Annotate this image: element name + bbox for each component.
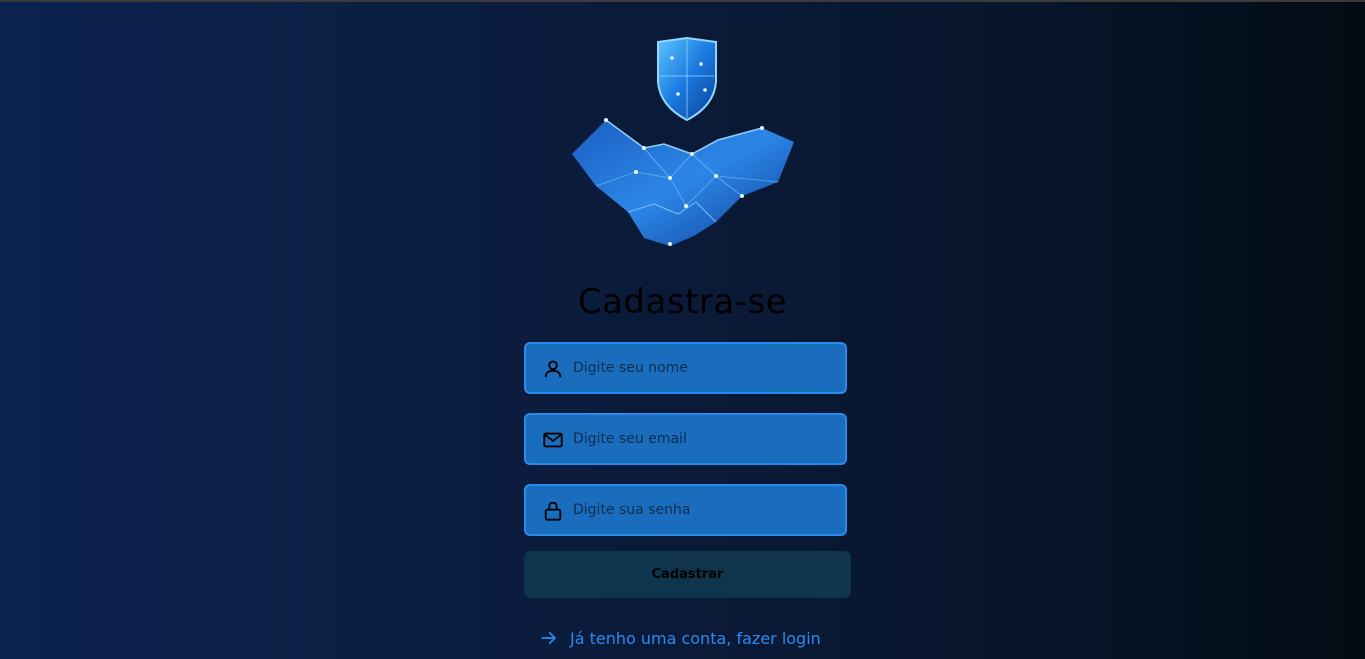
- mail-icon: [543, 432, 563, 448]
- email-input[interactable]: [573, 415, 835, 463]
- name-input[interactable]: [573, 344, 835, 392]
- email-field[interactable]: [524, 413, 847, 465]
- password-field[interactable]: [524, 484, 847, 536]
- lock-icon: [544, 501, 562, 521]
- arrow-right-icon: [541, 631, 556, 645]
- login-link[interactable]: Já tenho uma conta, fazer login: [540, 627, 821, 649]
- user-icon: [544, 360, 562, 378]
- password-input[interactable]: [573, 486, 835, 534]
- shield-handshake-icon: [572, 36, 794, 246]
- window-top-border: [0, 0, 1365, 2]
- name-field[interactable]: [524, 342, 847, 394]
- submit-button[interactable]: Cadastrar: [524, 551, 851, 598]
- page-title: Cadastra-se: [577, 282, 788, 322]
- login-link-label: Já tenho uma conta, fazer login: [570, 628, 821, 648]
